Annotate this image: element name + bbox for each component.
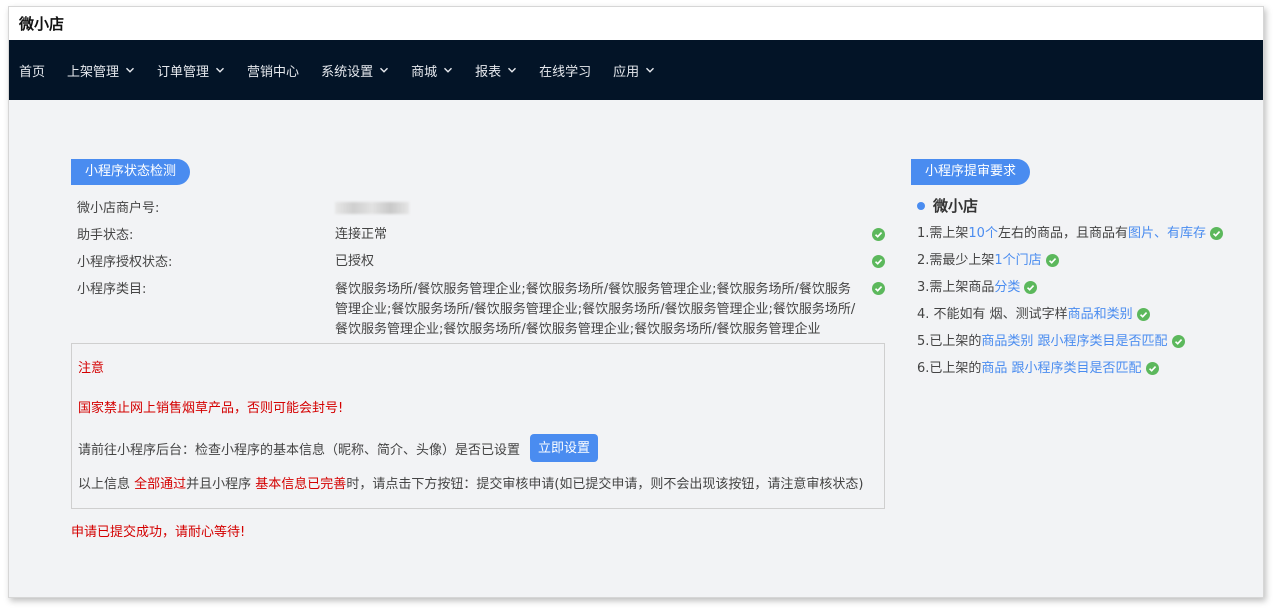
nav-item-2[interactable]: 订单管理 (157, 61, 225, 80)
set-now-button[interactable]: 立即设置 (530, 434, 599, 462)
nav-item-0[interactable]: 首页 (19, 61, 45, 80)
notice-box: 注意 国家禁止网上销售烟草产品，否则可能会封号! 请前往小程序后台：检查小程序的… (71, 343, 885, 509)
info-part-2: 并且小程序 (186, 477, 256, 492)
category-label: 小程序类目: (77, 282, 147, 297)
requirement-text-b[interactable]: 1个门店 (994, 247, 1041, 274)
info-part-1: 以上信息 (78, 477, 135, 492)
requirement-text-a: 3.需上架商品 (917, 280, 995, 295)
requirement-text-a: 5.已上架的 (917, 334, 982, 349)
app-window: 微小店 首页 上架管理 订单管理 营销中心 系统设置 商城 报表 在线学习 应用 小程序状态检测… (8, 6, 1264, 598)
nav-item-label: 商城 (411, 64, 438, 80)
app-title: 微小店 (9, 7, 1263, 40)
chevron-down-icon (443, 65, 453, 75)
requirement-text-b[interactable]: 商品 跟小程序类目是否匹配 (981, 355, 1141, 382)
requirement-item: 4. 不能如有 烟、测试字样 商品和类别 (917, 301, 1251, 328)
requirement-text-b[interactable]: 商品和类别 (1068, 301, 1133, 328)
auth-status-value: 已授权 (335, 254, 375, 269)
chevron-down-icon (125, 65, 135, 75)
requirement-text-b[interactable]: 商品类别 跟小程序类目是否匹配 (981, 328, 1167, 355)
requirement-text-b[interactable]: 10个 (968, 220, 998, 247)
assistant-status-value: 连接正常 (335, 227, 388, 242)
requirement-text-a: 2.需最少上架 (917, 253, 995, 268)
notice-ban-text: 国家禁止网上销售烟草产品，否则可能会封号! (78, 401, 344, 416)
nav-item-4[interactable]: 系统设置 (321, 61, 389, 80)
nav-item-label: 订单管理 (157, 64, 210, 80)
nav-item-6[interactable]: 报表 (475, 61, 517, 80)
check-circle-icon (1171, 335, 1185, 348)
requirements-list: 1.需上架 10个 左右的商品，且商品有 图片、有库存 2.需最少上架 1个门店 3.… (911, 220, 1251, 382)
info-part-3: 时，请点击下方按钮：提交审核申请(如已提交申请，则不会出现该按钮，请注意审核状态… (346, 477, 864, 492)
nav-item-7[interactable]: 在线学习 (539, 61, 591, 80)
nav-item-label: 营销中心 (247, 64, 300, 80)
nav-item-label: 上架管理 (67, 64, 120, 80)
submitted-message: 申请已提交成功，请耐心等待! (71, 525, 246, 540)
requirement-text-a: 6.已上架的 (917, 361, 982, 376)
top-nav: 首页 上架管理 订单管理 营销中心 系统设置 商城 报表 在线学习 应用 (9, 40, 1263, 100)
nav-item-8[interactable]: 应用 (613, 61, 655, 80)
requirement-text-a: 1.需上架 (917, 226, 969, 241)
notice-check-line: 请前往小程序后台：检查小程序的基本信息（昵称、简介、头像）是否已设置 立即设置 (78, 434, 878, 462)
status-rows: 微小店商户号: 助手状态: 连接正常 小程序授权状态: 已授权 小程序类目: 餐… (71, 195, 885, 339)
redacted-merchant-id (335, 202, 409, 214)
assistant-status-row: 助手状态: 连接正常 (71, 222, 885, 249)
nav-item-1[interactable]: 上架管理 (67, 61, 135, 80)
check-circle-icon (1045, 254, 1059, 267)
requirements-panel: 小程序提审要求 微小店 1.需上架 10个 左右的商品，且商品有 图片、有库存 2.… (911, 159, 1251, 382)
merchant-id-row: 微小店商户号: (71, 195, 885, 222)
status-panel: 小程序状态检测 微小店商户号: 助手状态: 连接正常 小程序授权状态: 已授权 … (71, 159, 885, 540)
auth-status-row: 小程序授权状态: 已授权 (71, 249, 885, 276)
requirement-text-d[interactable]: 图片、有库存 (1128, 220, 1206, 247)
info-all-passed: 全部通过 (134, 477, 187, 492)
chevron-down-icon (507, 65, 517, 75)
nav-item-label: 应用 (613, 64, 640, 80)
requirement-item: 2.需最少上架 1个门店 (917, 247, 1251, 274)
requirement-item: 6.已上架的 商品 跟小程序类目是否匹配 (917, 355, 1251, 382)
check-circle-icon (1024, 281, 1038, 294)
notice-check-text: 请前往小程序后台：检查小程序的基本信息（昵称、简介、头像）是否已设置 (78, 442, 521, 458)
merchant-id-label: 微小店商户号: (77, 201, 160, 216)
store-name: 微小店 (933, 197, 979, 215)
requirement-item: 1.需上架 10个 左右的商品，且商品有 图片、有库存 (917, 220, 1251, 247)
assistant-status-label: 助手状态: (77, 228, 134, 243)
nav-item-label: 首页 (19, 64, 46, 80)
nav-item-label: 报表 (475, 64, 502, 80)
requirement-text-a: 4. 不能如有 烟、测试字样 (917, 307, 1068, 322)
auth-status-label: 小程序授权状态: (77, 255, 173, 270)
chevron-down-icon (645, 65, 655, 75)
merchant-id-value (335, 195, 885, 222)
notice-info-text: 以上信息 全部通过并且小程序 基本信息已完善时，请点击下方按钮：提交审核申请(如… (78, 470, 878, 500)
nav-item-label: 系统设置 (321, 64, 374, 80)
check-circle-icon (1145, 362, 1159, 375)
category-row: 小程序类目: 餐饮服务场所/餐饮服务管理企业;餐饮服务场所/餐饮服务管理企业;餐… (71, 276, 885, 339)
info-basic-complete: 基本信息已完善 (255, 477, 347, 492)
category-value: 餐饮服务场所/餐饮服务管理企业;餐饮服务场所/餐饮服务管理企业;餐饮服务场所/餐… (335, 282, 856, 337)
chevron-down-icon (215, 65, 225, 75)
requirement-text-c: 左右的商品，且商品有 (997, 226, 1128, 241)
check-circle-icon (872, 228, 885, 245)
requirements-section-tag: 小程序提审要求 (911, 159, 1031, 185)
requirement-item: 5.已上架的 商品类别 跟小程序类目是否匹配 (917, 328, 1251, 355)
requirement-text-b[interactable]: 分类 (994, 274, 1020, 301)
check-circle-icon (1136, 308, 1150, 321)
chevron-down-icon (379, 65, 389, 75)
nav-item-5[interactable]: 商城 (411, 61, 453, 80)
status-section-tag: 小程序状态检测 (71, 159, 191, 185)
nav-item-3[interactable]: 营销中心 (247, 61, 299, 80)
check-circle-icon (1209, 227, 1223, 240)
check-circle-icon (872, 282, 885, 299)
store-heading: 微小店 (911, 195, 1251, 216)
nav-item-label: 在线学习 (539, 64, 592, 80)
requirement-item: 3.需上架商品 分类 (917, 274, 1251, 301)
notice-title: 注意 (78, 361, 105, 376)
check-circle-icon (872, 255, 885, 272)
bullet-dot-icon (917, 201, 925, 210)
